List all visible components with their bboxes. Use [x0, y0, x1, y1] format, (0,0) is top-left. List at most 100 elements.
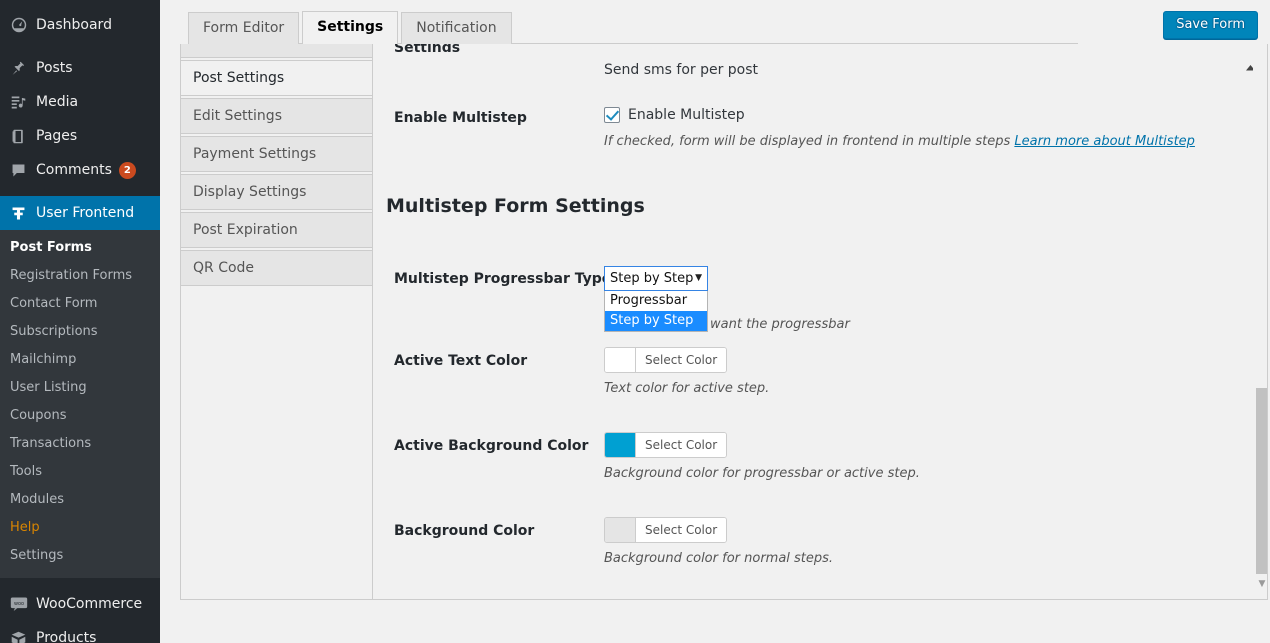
comments-icon [10, 162, 36, 179]
active-background-color-swatch [605, 433, 636, 457]
submenu-item-post-forms[interactable]: Post Forms [0, 234, 160, 262]
section-link-edit-settings[interactable]: Edit Settings [181, 98, 372, 134]
media-icon [10, 94, 36, 111]
chevron-down-icon: ▼ [695, 273, 702, 283]
tab-form-editor[interactable]: Form Editor [188, 12, 300, 45]
content-scrollbar-thumb[interactable] [1256, 388, 1267, 574]
sidebar-item-label: Media [36, 94, 79, 110]
section-link-post-settings[interactable]: Post Settings [181, 60, 372, 96]
submenu-item-help[interactable]: Help [0, 514, 160, 542]
progressbar-type-select-stack: Step by Step ▼ Progressbar Step by Step [604, 266, 708, 332]
background-color-picker[interactable]: Select Color [604, 517, 728, 543]
section-link-qr-code[interactable]: QR Code [181, 250, 372, 286]
main-content-area: Form Editor Settings Notification Save For… [160, 0, 1270, 643]
submenu-item-coupons[interactable]: Coupons [0, 402, 160, 430]
products-icon [10, 630, 36, 643]
enable-multistep-checkbox[interactable] [604, 107, 620, 123]
active-background-color-description: Background color for progressbar or acti… [604, 466, 920, 481]
active-text-color-label: Active Text Color [394, 353, 528, 369]
sidebar-item-label: WooCommerce [36, 596, 143, 612]
background-color-label: Background Color [394, 523, 535, 539]
sidebar-item-label: Posts [36, 60, 73, 76]
active-background-color-control: Select Color [604, 432, 728, 461]
enable-multistep-checkbox-row[interactable]: Enable Multistep [604, 107, 745, 123]
active-text-color-description: Text color for active step. [604, 381, 770, 396]
progressbar-type-select[interactable]: Step by Step ▼ [604, 266, 708, 291]
sidebar-separator [0, 42, 160, 51]
section-link-partial-top[interactable] [181, 44, 372, 58]
settings-content-pane: Send sms for per post Settings Enable Mu… [374, 44, 1267, 599]
svg-text:woo: woo [14, 601, 24, 607]
tab-notification[interactable]: Notification [401, 12, 512, 45]
learn-more-multistep-link[interactable]: Learn more about Multistep [1014, 134, 1195, 149]
submenu-item-settings[interactable]: Settings [0, 542, 160, 570]
comments-count-badge: 2 [118, 161, 136, 179]
submenu-item-user-listing[interactable]: User Listing [0, 374, 160, 402]
sidebar-item-woocommerce[interactable]: woo WooCommerce [0, 587, 160, 621]
admin-sidebar: Dashboard Posts Media Pages Comments 2 U… [0, 0, 160, 643]
sidebar-item-posts[interactable]: Posts [0, 51, 160, 85]
option-step-by-step[interactable]: Step by Step [605, 311, 707, 331]
scroll-down-arrow-icon[interactable]: ▼ [1256, 578, 1267, 590]
sidebar-item-media[interactable]: Media [0, 85, 160, 119]
active-text-color-control: Select Color [604, 347, 728, 376]
progressbar-type-label: Multistep Progressbar Type [394, 271, 612, 287]
sidebar-item-comments[interactable]: Comments 2 [0, 153, 160, 187]
pin-icon [10, 60, 36, 77]
background-color-control: Select Color [604, 517, 728, 546]
option-progressbar[interactable]: Progressbar [605, 291, 707, 311]
submenu-item-subscriptions[interactable]: Subscriptions [0, 318, 160, 346]
multistep-form-settings-title: Multistep Form Settings [386, 195, 645, 217]
enable-multistep-description-text: If checked, form will be displayed in fr… [604, 134, 1015, 149]
content-scrollbar[interactable]: ▲ ▼ [1253, 44, 1267, 599]
enable-multistep-label: Enable Multistep [394, 110, 527, 126]
active-background-color-label: Active Background Color [394, 438, 589, 454]
enable-multistep-description: If checked, form will be displayed in fr… [604, 133, 1195, 151]
progressbar-type-selected-value: Step by Step [610, 271, 694, 286]
clipped-label-fragment: Settings [394, 44, 461, 52]
section-link-payment-settings[interactable]: Payment Settings [181, 136, 372, 172]
wpuf-icon [10, 205, 36, 222]
sidebar-item-label: Products [36, 630, 97, 643]
sidebar-item-label: User Frontend [36, 205, 135, 221]
submenu-item-transactions[interactable]: Transactions [0, 430, 160, 458]
submenu-item-contact-form[interactable]: Contact Form [0, 290, 160, 318]
sidebar-item-dashboard[interactable]: Dashboard [0, 8, 160, 42]
enable-multistep-checkbox-label: Enable Multistep [628, 107, 745, 123]
section-link-display-settings[interactable]: Display Settings [181, 174, 372, 210]
background-color-button-label: Select Color [636, 518, 727, 542]
active-text-color-picker[interactable]: Select Color [604, 347, 728, 373]
save-form-button[interactable]: Save Form [1163, 11, 1258, 39]
screen-root: Dashboard Posts Media Pages Comments 2 U… [0, 0, 1270, 643]
active-background-color-picker[interactable]: Select Color [604, 432, 728, 458]
active-text-color-button-label: Select Color [636, 348, 727, 372]
form-tabs: Form Editor Settings Notification [188, 11, 1078, 45]
active-text-color-swatch [605, 348, 636, 372]
section-link-post-expiration[interactable]: Post Expiration [181, 212, 372, 248]
sidebar-item-label: Dashboard [36, 17, 112, 33]
user-frontend-submenu: Post Forms Registration Forms Contact Fo… [0, 230, 160, 578]
tab-settings[interactable]: Settings [302, 11, 399, 45]
sidebar-item-label: Pages [36, 128, 78, 144]
enable-multistep-control: Enable Multistep [604, 107, 745, 123]
submenu-item-modules[interactable]: Modules [0, 486, 160, 514]
sidebar-item-user-frontend[interactable]: User Frontend [0, 196, 160, 230]
dashboard-icon [10, 16, 36, 34]
pages-icon [10, 128, 36, 145]
woocommerce-icon: woo [10, 596, 36, 612]
sidebar-item-products[interactable]: Products [0, 621, 160, 643]
settings-section-nav: Post Settings Edit Settings Payment Sett… [181, 44, 373, 599]
submenu-item-tools[interactable]: Tools [0, 458, 160, 486]
active-background-color-button-label: Select Color [636, 433, 727, 457]
progressbar-type-control: Step by Step ▼ Progressbar Step by Step [604, 266, 708, 332]
submenu-item-registration-forms[interactable]: Registration Forms [0, 262, 160, 290]
background-color-swatch [605, 518, 636, 542]
settings-panel: Post Settings Edit Settings Payment Sett… [180, 44, 1268, 600]
clipped-row-text: Send sms for per post [604, 62, 759, 78]
progressbar-type-description: want the progressbar [710, 317, 850, 332]
sidebar-item-pages[interactable]: Pages [0, 119, 160, 153]
background-color-description: Background color for normal steps. [604, 551, 834, 566]
sidebar-item-label: Comments [36, 162, 112, 178]
progressbar-type-option-list: Progressbar Step by Step [604, 291, 708, 332]
submenu-item-mailchimp[interactable]: Mailchimp [0, 346, 160, 374]
